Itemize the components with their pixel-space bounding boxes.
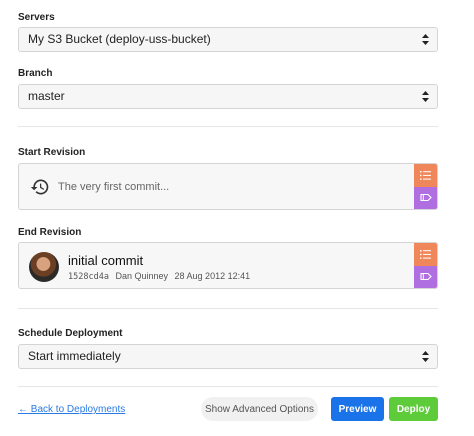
start-revision-tag-button[interactable]	[414, 186, 437, 209]
up-down-arrows-icon	[422, 34, 429, 45]
branch-label: Branch	[18, 68, 53, 79]
branch-select[interactable]: master	[18, 84, 438, 109]
start-revision-picker[interactable]: The very first commit...	[18, 163, 438, 210]
avatar	[29, 252, 59, 282]
back-to-deployments-link[interactable]: ← Back to Deployments	[18, 404, 125, 415]
show-advanced-options-button[interactable]: Show Advanced Options	[201, 397, 318, 421]
servers-label: Servers	[18, 12, 55, 23]
schedule-label: Schedule Deployment	[18, 328, 123, 339]
schedule-select[interactable]: Start immediately	[18, 344, 438, 369]
branch-select-value: master	[28, 89, 65, 103]
commit-sha: 1528cd4a	[68, 272, 109, 282]
commit-date: 28 Aug 2012 12:41	[174, 271, 251, 281]
preview-button[interactable]: Preview	[331, 397, 384, 421]
list-icon	[420, 249, 431, 259]
commit-author: Dan Quinney	[115, 271, 169, 281]
start-revision-label: Start Revision	[18, 147, 86, 158]
end-revision-list-button[interactable]	[414, 243, 437, 266]
section-divider	[18, 386, 438, 387]
end-revision-actions	[414, 243, 437, 288]
list-icon	[420, 170, 431, 180]
section-divider	[18, 308, 438, 309]
end-revision-picker[interactable]: initial commit 1528cd4a Dan Quinney 28 A…	[18, 242, 438, 289]
start-revision-placeholder: The very first commit...	[58, 181, 170, 193]
up-down-arrows-icon	[422, 351, 429, 362]
section-divider	[18, 126, 438, 127]
tag-icon	[419, 273, 432, 281]
commit-title: initial commit	[68, 253, 144, 268]
servers-select-value: My S3 Bucket (deploy-uss-bucket)	[28, 32, 211, 46]
up-down-arrows-icon	[422, 91, 429, 102]
end-revision-label: End Revision	[18, 227, 82, 238]
schedule-select-value: Start immediately	[28, 349, 121, 363]
commit-meta: 1528cd4a Dan Quinney 28 Aug 2012 12:41	[68, 271, 250, 282]
start-revision-actions	[414, 164, 437, 209]
deploy-button[interactable]: Deploy	[389, 397, 438, 421]
servers-select[interactable]: My S3 Bucket (deploy-uss-bucket)	[18, 27, 438, 52]
start-revision-list-button[interactable]	[414, 164, 437, 187]
history-icon	[30, 179, 49, 195]
end-revision-tag-button[interactable]	[414, 265, 437, 288]
tag-icon	[419, 194, 432, 202]
